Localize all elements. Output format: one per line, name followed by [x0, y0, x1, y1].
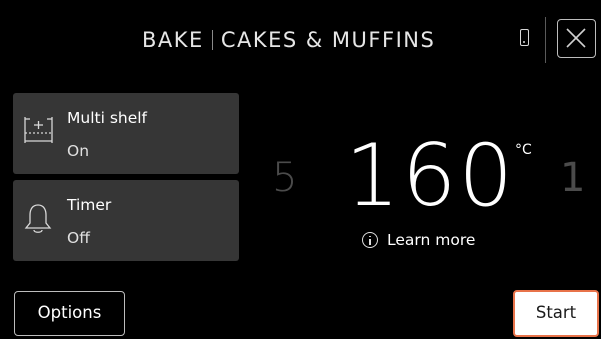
- multi-shelf-label: Multi shelf: [67, 109, 148, 127]
- header-divider: [545, 17, 546, 63]
- multi-shelf-card[interactable]: Multi shelf On: [13, 93, 239, 174]
- multi-shelf-value: On: [67, 142, 90, 160]
- info-icon: [362, 232, 378, 248]
- learn-more-label: Learn more: [387, 231, 476, 249]
- multi-shelf-icon: [23, 115, 55, 149]
- temperature-value[interactable]: 160: [345, 128, 515, 224]
- temperature-next-option[interactable]: 1: [560, 156, 585, 200]
- timer-value: Off: [67, 229, 90, 247]
- header-bar: BAKE CAKES & MUFFINS: [0, 0, 601, 80]
- temperature-unit: °C: [515, 142, 532, 158]
- cooking-mode: BAKE: [142, 28, 204, 52]
- close-button[interactable]: [557, 19, 596, 58]
- timer-label: Timer: [67, 196, 112, 214]
- start-button[interactable]: Start: [513, 290, 599, 337]
- phone-icon[interactable]: [520, 29, 529, 46]
- program-name: CAKES & MUFFINS: [220, 28, 436, 52]
- timer-card[interactable]: Timer Off: [13, 180, 239, 261]
- close-icon: [566, 28, 586, 48]
- temperature-previous-option[interactable]: 5: [272, 156, 297, 200]
- bell-icon: [23, 202, 53, 240]
- page-title: BAKE CAKES & MUFFINS: [142, 26, 435, 54]
- learn-more-link[interactable]: Learn more: [362, 229, 475, 251]
- title-separator: [211, 30, 213, 50]
- options-button[interactable]: Options: [14, 291, 125, 336]
